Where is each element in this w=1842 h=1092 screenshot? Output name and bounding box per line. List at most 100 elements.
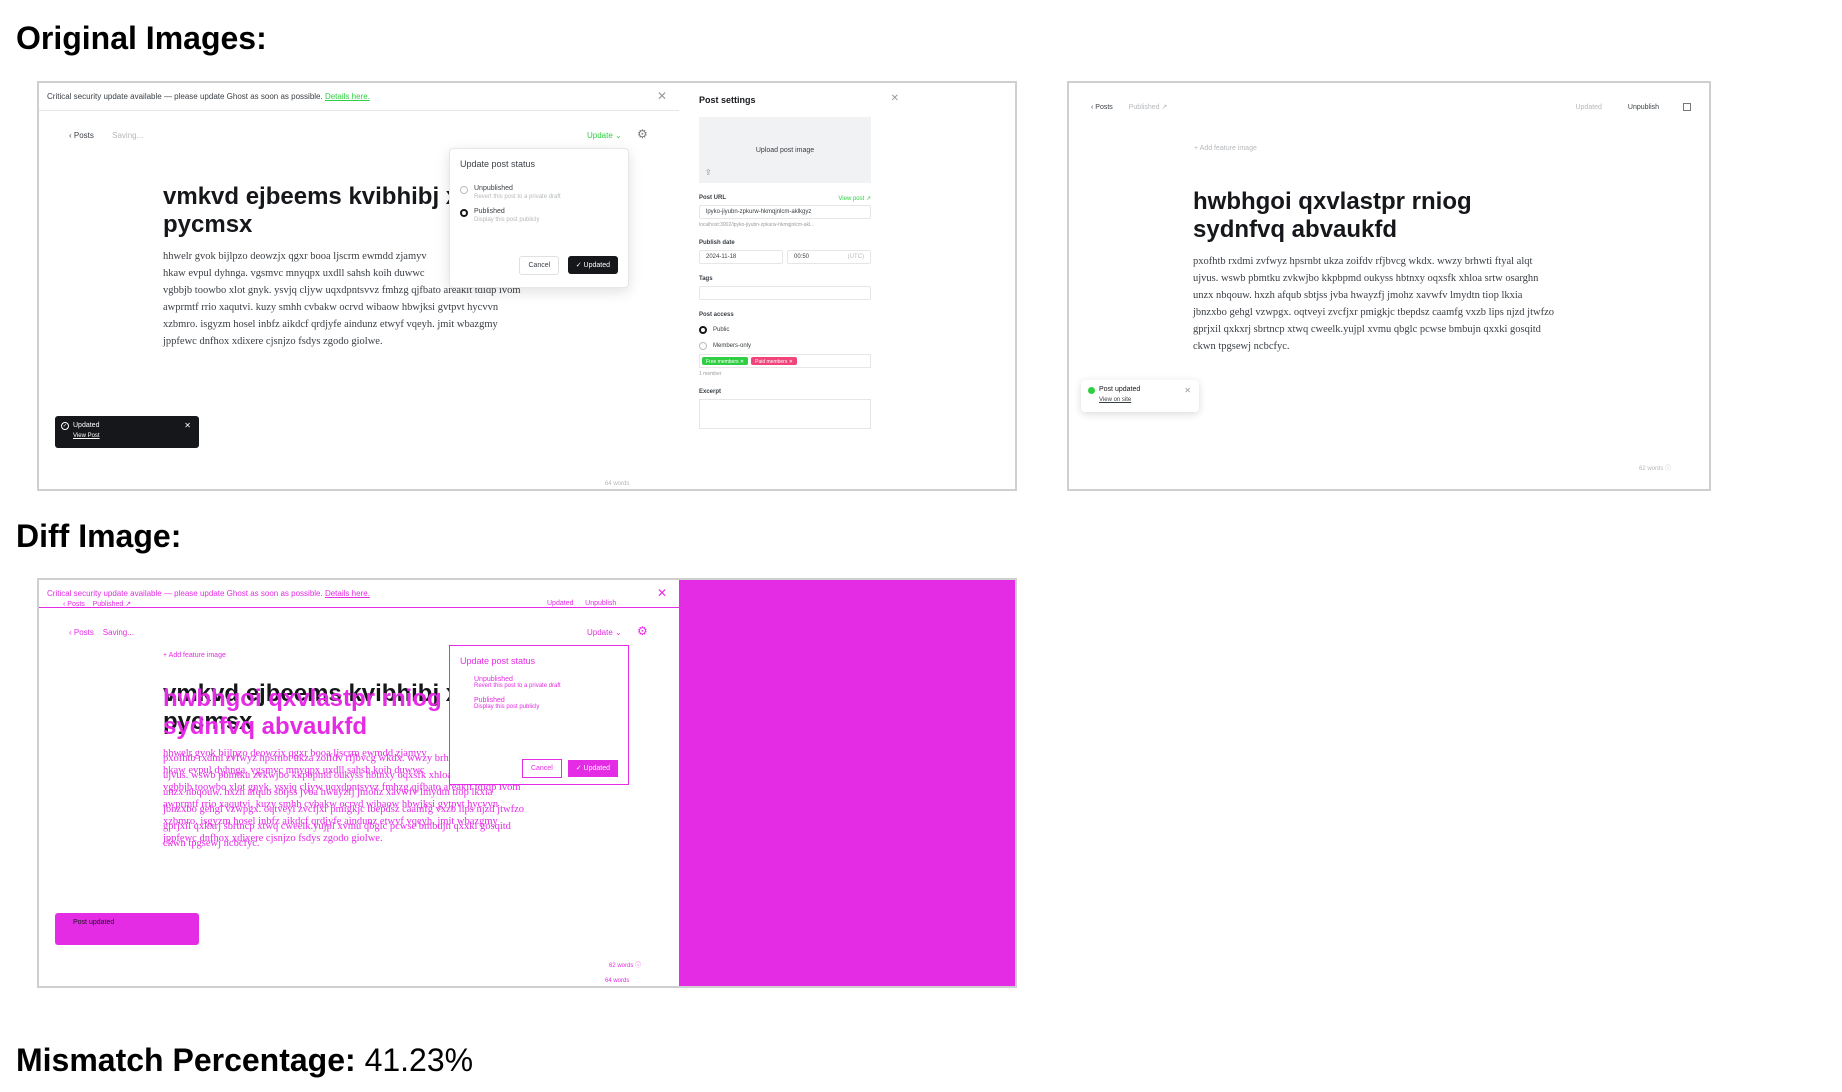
add-feature-label: Add feature image xyxy=(168,652,226,659)
diff-add-feature[interactable]: + Add feature image xyxy=(163,652,226,659)
sidebar-toggle-icon[interactable] xyxy=(1683,103,1691,111)
security-banner: Critical security update available — ple… xyxy=(39,83,679,111)
title-line-1: vmkvd ejbeems kvibhibj x xyxy=(163,183,460,210)
time-field[interactable]: 00:50 (UTC) xyxy=(787,250,871,264)
posts-link[interactable]: Posts xyxy=(67,601,85,608)
diff-toast: Post updated xyxy=(55,913,199,945)
radio-icon[interactable] xyxy=(699,342,707,350)
post-url-field[interactable]: lpyko-jiyubn-zpkurw-hkmqjnlcm-aklkgyz xyxy=(699,205,871,219)
public-option[interactable]: Public xyxy=(699,326,959,334)
radio-selected-icon[interactable] xyxy=(460,209,468,217)
close-icon[interactable]: ✕ xyxy=(1184,386,1191,395)
unpublish-button[interactable]: Unpublish xyxy=(585,600,616,607)
upload-post-image-button[interactable]: Upload post image ⇪ xyxy=(699,117,871,183)
editor-actions: Updated Unpublish xyxy=(1575,103,1691,111)
title-line-2: pycmsx xyxy=(163,211,253,238)
add-feature-image-button[interactable]: + Add feature image xyxy=(1194,145,1257,152)
update-dropdown[interactable]: Update ⌄ xyxy=(587,131,622,140)
excerpt-field[interactable] xyxy=(699,399,871,429)
post-title[interactable]: vmkvd ejbeems kvibhibj x pycmsx xyxy=(163,183,463,239)
close-icon[interactable]: ✕ xyxy=(657,89,667,103)
posts-link[interactable]: Posts xyxy=(1095,104,1113,111)
update-label: Update xyxy=(587,131,613,140)
time-value: 00:50 xyxy=(794,254,810,260)
body-line: jbnzxbo gehgl vzwpgx. oqtveyi zvcfjxr pm… xyxy=(1193,307,1554,318)
view-post-text: View post xyxy=(838,196,865,202)
view-post-link[interactable]: View post ↗ xyxy=(838,195,871,202)
banner-details-link[interactable]: Details here. xyxy=(325,92,370,101)
mismatch-percentage: Mismatch Percentage: 41.23% xyxy=(16,1042,473,1079)
date-field[interactable]: 2024-11-18 xyxy=(699,250,783,264)
option-label: Unpublished xyxy=(474,185,513,192)
published-option[interactable]: Published Display this post publicly xyxy=(450,689,628,710)
word-count: 62 words ⓘ xyxy=(1639,466,1672,472)
mismatch-label: Mismatch Percentage: xyxy=(16,1042,356,1078)
posts-link[interactable]: Posts xyxy=(74,628,94,637)
popover-title: Update post status xyxy=(460,656,536,666)
original-images-heading: Original Images: xyxy=(16,20,267,56)
tags-field[interactable] xyxy=(699,286,871,300)
updated-toast: ✓ Updated View Post ✕ xyxy=(55,416,199,448)
diff-panel-block xyxy=(679,580,1015,986)
updated-label: Updated xyxy=(583,765,610,772)
update-label: Update xyxy=(587,628,613,637)
gear-icon[interactable]: ⚙ xyxy=(637,127,648,141)
body-line: pxofhtb rxdmi zvfwyz hpsrnbt ukza zoifdv… xyxy=(1193,256,1533,267)
close-icon[interactable]: ✕ xyxy=(657,586,667,600)
post-url-label: Post URL View post ↗ xyxy=(699,195,871,202)
editor-nav: ‹ Posts Saving... xyxy=(69,131,143,140)
posts-link[interactable]: Posts xyxy=(74,131,94,140)
word-count: 64 words xyxy=(605,481,630,487)
post-updated-toast: Post updated View on site ✕ xyxy=(1081,380,1199,412)
diff-word-count-a: 64 words xyxy=(605,978,630,984)
published-option[interactable]: Published Display this post publicly xyxy=(460,208,618,223)
radio-selected-icon[interactable] xyxy=(699,326,707,334)
updated-label: Updated xyxy=(583,262,610,269)
chip-label: Free members xyxy=(706,359,739,365)
post-access-label: Post access xyxy=(699,312,734,318)
unpublished-option[interactable]: Unpublished Revert this post to a privat… xyxy=(450,676,628,689)
diff-image-heading: Diff Image: xyxy=(16,518,182,554)
right-original-frame: ‹ Posts Published ↗ Updated Unpublish + … xyxy=(1067,81,1711,491)
upload-icon: ⇪ xyxy=(705,168,712,177)
chip-free-members[interactable]: Free members ✕ xyxy=(702,357,749,365)
post-body[interactable]: pxofhtb rxdmi zvfwyz hpsrnbt ukza zoifdv… xyxy=(1193,253,1613,355)
diff-update-dropdown[interactable]: Update ⌄ xyxy=(587,628,622,637)
members-only-option[interactable]: Members-only xyxy=(699,342,959,350)
updated-button[interactable]: ✓ Updated xyxy=(567,256,618,274)
radio-icon[interactable] xyxy=(460,186,468,194)
post-title[interactable]: hwbhgoi qxvlastpr rniog sydnfvq abvaukfd xyxy=(1193,188,1553,244)
title-line-1: hwbhgoi qxvlastpr rniog xyxy=(1193,188,1472,215)
body-line: ujvus. wswb pbmtku zvkwjbo kkpbpmd oukys… xyxy=(1193,273,1539,284)
cancel-button[interactable]: Cancel xyxy=(519,256,560,275)
body-line: jbnzxbo gehgl vzwpgx. oqtveyi zvcfjxr pm… xyxy=(163,804,524,815)
toast-title: Post updated xyxy=(1099,386,1141,393)
diff-popover: Update post status Unpublished Revert th… xyxy=(449,645,629,785)
gear-icon[interactable]: ⚙ xyxy=(637,624,648,638)
banner-details-link[interactable]: Details here. xyxy=(325,589,370,598)
popover-title: Update post status xyxy=(460,159,536,169)
cancel-button[interactable]: Cancel xyxy=(521,759,562,778)
updated-button[interactable]: ✓ Updated xyxy=(567,760,618,777)
title-line-2: sydnfvq abvaukfd xyxy=(1193,216,1398,243)
timezone-label: (UTC) xyxy=(847,254,864,260)
body-line: jppfewc dnfhox xdixere cjsnjzo fsdys zgo… xyxy=(163,336,383,347)
chip-paid-members[interactable]: Paid members ✕ xyxy=(751,357,797,365)
view-post-link[interactable]: View Post xyxy=(73,433,191,439)
check-icon: ✓ xyxy=(61,422,69,430)
close-icon[interactable]: ✕ xyxy=(891,93,899,104)
tiers-select[interactable]: Free members ✕ Paid members ✕ xyxy=(699,354,871,368)
diff-actions-overlay: Updated Unpublish xyxy=(547,600,616,607)
unpublished-option[interactable]: Unpublished Revert this post to a privat… xyxy=(460,185,618,200)
view-on-site-link[interactable]: View on site xyxy=(1099,397,1191,403)
option-desc: Display this post publicly xyxy=(474,217,540,223)
body-line: ckwn tpgsewj ncbcfyc. xyxy=(1193,341,1290,352)
updated-status: Updated xyxy=(1575,103,1602,111)
label-text: Post URL xyxy=(699,195,726,201)
close-icon[interactable]: ✕ xyxy=(184,421,191,430)
check-icon xyxy=(1088,387,1095,394)
tags-label: Tags xyxy=(699,276,713,282)
word-count-text: 62 words xyxy=(1639,466,1664,472)
updated-status: Updated xyxy=(547,600,574,607)
unpublish-button[interactable]: Unpublish xyxy=(1628,104,1659,111)
